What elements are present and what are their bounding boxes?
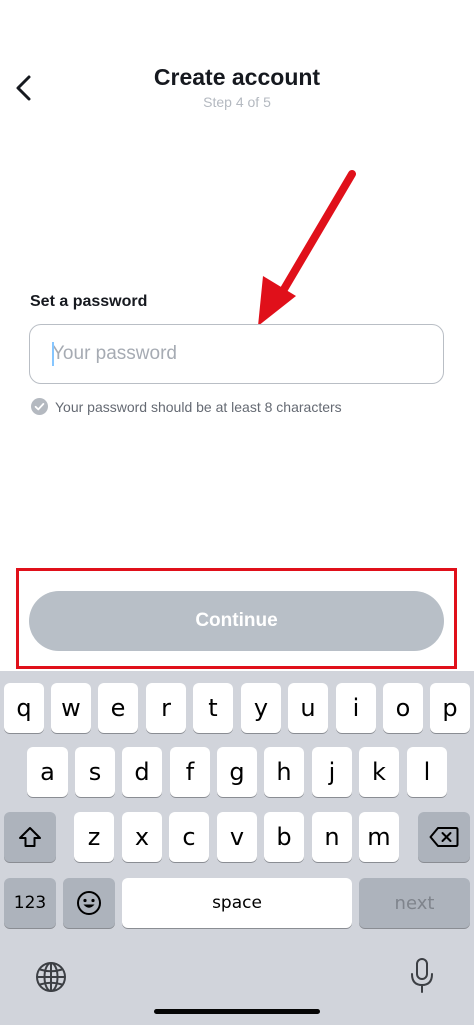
numbers-key[interactable]: 123 xyxy=(4,878,56,928)
microphone-icon xyxy=(411,958,433,993)
password-hint-text: Your password should be at least 8 chara… xyxy=(55,398,342,415)
key-t[interactable]: t xyxy=(193,683,233,733)
header: Create account Step 4 of 5 xyxy=(0,0,474,130)
key-k[interactable]: k xyxy=(359,747,399,797)
key-u[interactable]: u xyxy=(288,683,328,733)
key-s[interactable]: s xyxy=(75,747,115,797)
key-v[interactable]: v xyxy=(217,812,257,862)
key-e[interactable]: e xyxy=(98,683,138,733)
key-f[interactable]: f xyxy=(170,747,210,797)
next-key[interactable]: next xyxy=(359,878,470,928)
continue-button[interactable]: Continue xyxy=(29,591,444,651)
emoji-key[interactable] xyxy=(63,878,115,928)
key-m[interactable]: m xyxy=(359,812,399,862)
key-o[interactable]: o xyxy=(383,683,423,733)
password-input[interactable] xyxy=(30,325,432,383)
on-screen-keyboard: q w e r t y u i o p a s d f g h j k l z … xyxy=(0,671,474,1025)
password-field[interactable] xyxy=(29,324,444,384)
home-indicator xyxy=(154,1009,320,1014)
key-d[interactable]: d xyxy=(122,747,162,797)
key-q[interactable]: q xyxy=(4,683,44,733)
key-g[interactable]: g xyxy=(217,747,257,797)
key-x[interactable]: x xyxy=(122,812,162,862)
check-circle-icon xyxy=(31,398,48,415)
key-p[interactable]: p xyxy=(430,683,470,733)
password-label: Set a password xyxy=(30,293,148,310)
key-y[interactable]: y xyxy=(241,683,281,733)
key-a[interactable]: a xyxy=(27,747,68,797)
delete-key[interactable] xyxy=(418,812,470,862)
dictation-key[interactable] xyxy=(408,957,436,995)
key-z[interactable]: z xyxy=(74,812,114,862)
shift-key[interactable] xyxy=(4,812,56,862)
key-r[interactable]: r xyxy=(146,683,186,733)
key-l[interactable]: l xyxy=(407,747,447,797)
page-title: Create account xyxy=(153,64,321,90)
password-hint: Your password should be at least 8 chara… xyxy=(31,398,342,415)
text-cursor xyxy=(52,342,54,366)
key-h[interactable]: h xyxy=(264,747,304,797)
key-w[interactable]: w xyxy=(51,683,91,733)
shift-icon xyxy=(19,827,41,847)
space-key[interactable]: space xyxy=(122,878,352,928)
emoji-icon xyxy=(77,891,101,915)
step-indicator: Step 4 of 5 xyxy=(203,94,271,110)
key-n[interactable]: n xyxy=(312,812,352,862)
key-j[interactable]: j xyxy=(312,747,352,797)
key-c[interactable]: c xyxy=(169,812,209,862)
backspace-icon xyxy=(429,827,459,847)
key-b[interactable]: b xyxy=(264,812,304,862)
globe-key[interactable] xyxy=(34,960,68,994)
globe-icon xyxy=(36,962,66,992)
key-i[interactable]: i xyxy=(336,683,376,733)
